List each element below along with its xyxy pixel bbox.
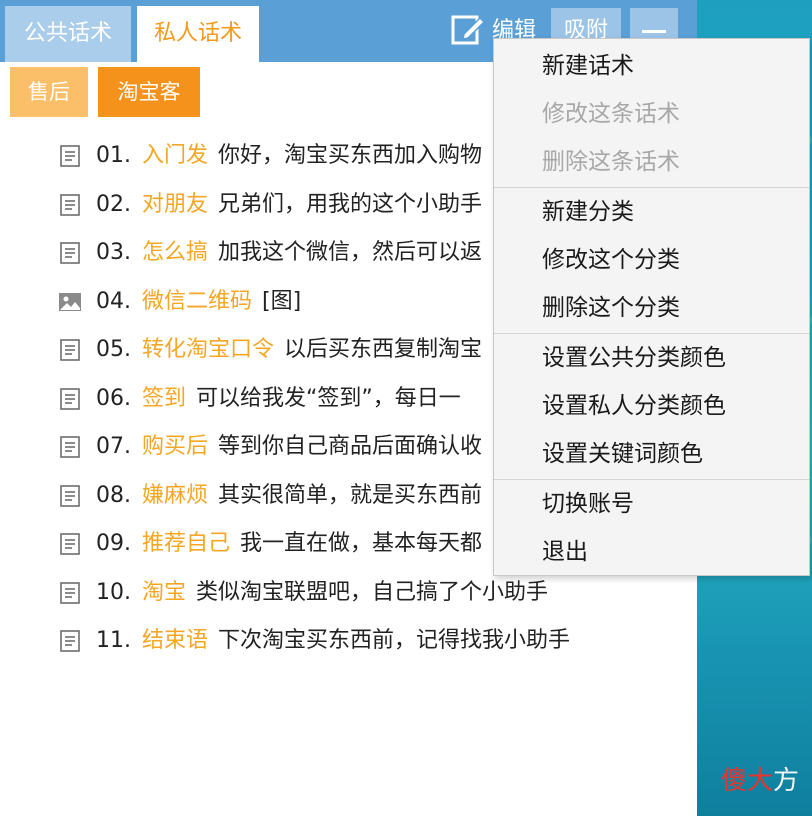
context-menu-item[interactable]: 修改这个分类 (494, 236, 809, 284)
phrase-keyword: 转化淘宝口令 (142, 337, 275, 362)
category-chip-after-sales[interactable]: 售后 (10, 67, 88, 117)
phrase-text: 类似淘宝联盟吧，自己搞了个小助手 (196, 579, 549, 605)
context-menu-item[interactable]: 新建话术 (494, 42, 809, 90)
phrase-text: 其实很简单，就是买东西前 (218, 482, 483, 508)
phrase-number: 08. (96, 482, 131, 508)
phrase-text: [图] (262, 288, 302, 314)
phrase-row[interactable]: 11. 结束语 下次淘宝买东西前，记得找我小助手 (58, 617, 698, 666)
context-menu-item: 修改这条话术 (542, 101, 680, 127)
phrase-keyword: 怎么搞 (142, 240, 209, 265)
phrase-text: 你好，淘宝买东西加入购物 (218, 143, 483, 168)
document-icon (60, 436, 80, 458)
phrase-number: 09. (96, 531, 131, 556)
minimize-icon (642, 30, 666, 33)
tab-private-phrases[interactable]: 私人话术 (137, 6, 259, 62)
phrase-number: 11. (96, 628, 131, 653)
document-icon (60, 581, 80, 604)
phrase-text: 可以给我发“签到”，每日一 (196, 385, 461, 411)
phrase-keyword: 结束语 (142, 628, 209, 653)
watermark-char: 方 (773, 766, 800, 796)
watermark-char: 大 (747, 766, 774, 796)
phrase-number: 06. (96, 385, 131, 411)
context-menu-item[interactable]: 设置私人分类颜色 (494, 382, 809, 430)
context-menu-item: 删除这条话术 (542, 149, 680, 175)
document-icon (60, 484, 80, 507)
document-icon (60, 242, 80, 264)
phrase-keyword: 入门发 (142, 143, 209, 168)
context-menu-item[interactable]: 设置公共分类颜色 (494, 334, 809, 382)
context-menu-item[interactable]: 删除这个分类 (494, 284, 809, 332)
watermark-logo: 傻大方 (721, 760, 799, 797)
phrase-number: 01. (96, 143, 131, 168)
phrase-text: 加我这个微信，然后可以返 (218, 240, 483, 265)
phrase-keyword: 购买后 (142, 434, 209, 459)
tab-public-phrases[interactable]: 公共话术 (5, 6, 131, 62)
watermark-char: 傻 (721, 766, 748, 796)
phrase-keyword: 推荐自己 (142, 531, 231, 556)
phrase-text: 兄弟们，用我的这个小助手 (218, 191, 483, 217)
document-icon (60, 630, 80, 652)
phrase-number: 07. (96, 434, 131, 459)
context-menu-item[interactable]: 退出 (494, 528, 809, 576)
phrase-text: 以后买东西复制淘宝 (284, 337, 483, 362)
phrase-number: 02. (96, 191, 131, 217)
context-menu-item[interactable]: 设置关键词颜色 (494, 430, 809, 478)
document-icon (60, 145, 80, 167)
context-menu-item[interactable]: 新建分类 (494, 188, 809, 236)
phrase-keyword: 对朋友 (142, 191, 209, 217)
phrase-number: 10. (96, 579, 131, 605)
context-menu-item[interactable]: 切换账号 (494, 480, 809, 528)
phrase-keyword: 淘宝 (142, 579, 187, 605)
phrase-text: 我一直在做，基本每天都 (240, 531, 483, 556)
phrase-text: 等到你自己商品后面确认收 (218, 434, 483, 459)
phrase-text: 下次淘宝买东西前，记得找我小助手 (218, 628, 571, 653)
category-chip-taobaoke[interactable]: 淘宝客 (98, 67, 200, 117)
phrase-keyword: 签到 (142, 385, 187, 411)
phrase-number: 03. (96, 240, 131, 265)
phrase-number: 04. (96, 288, 131, 314)
phrase-number: 05. (96, 337, 131, 362)
edit-pen-icon[interactable] (450, 12, 486, 48)
phrase-keyword: 嫌麻烦 (142, 482, 209, 508)
document-icon (60, 193, 80, 216)
document-icon (60, 387, 80, 410)
document-icon (60, 339, 80, 361)
phrase-keyword: 微信二维码 (142, 288, 253, 314)
image-icon (59, 292, 81, 311)
context-menu: 新建话术修改这条话术 删除这条话术新建分类 修改这个分类 删除这个分类 设置公共分类颜色… (493, 38, 810, 576)
document-icon (60, 533, 80, 555)
